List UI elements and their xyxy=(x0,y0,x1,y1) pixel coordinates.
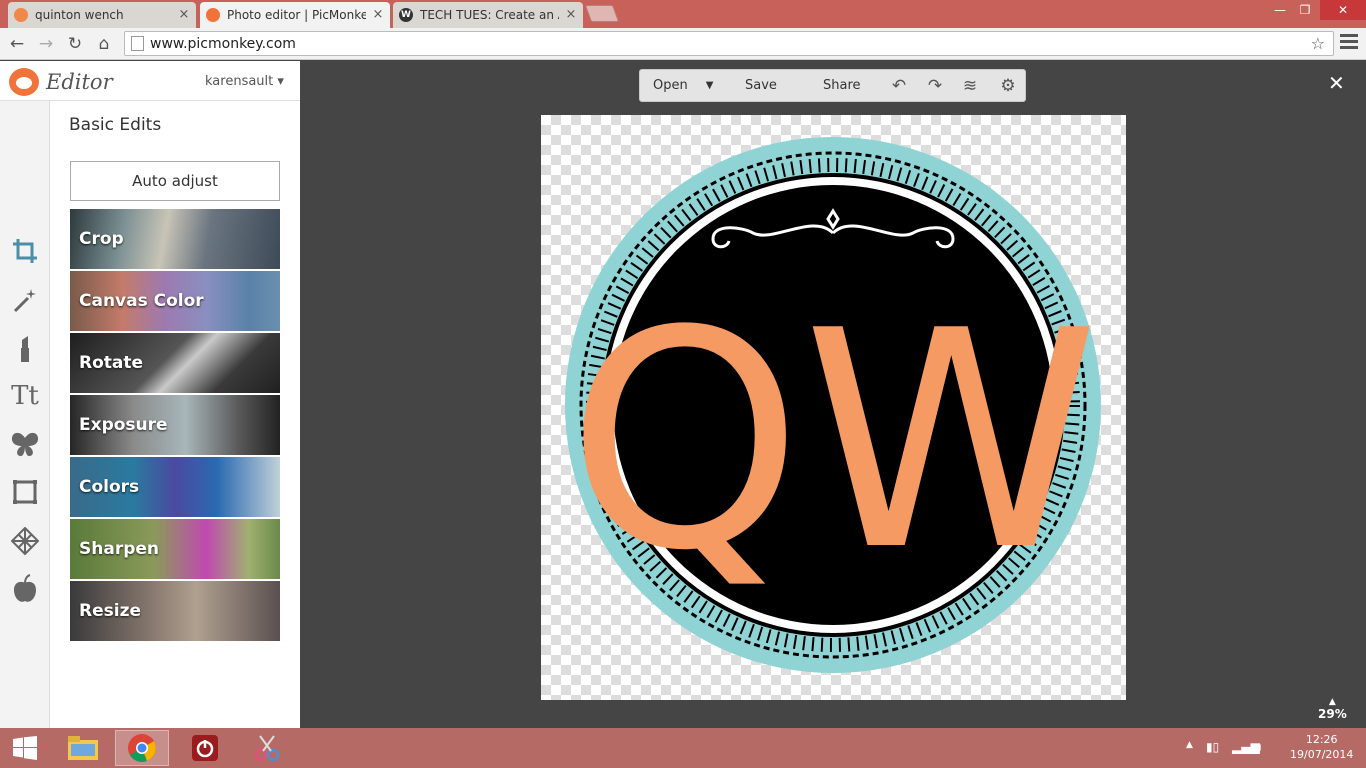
sharpen-tile[interactable]: Sharpen xyxy=(70,519,280,579)
url-text: www.picmonkey.com xyxy=(150,35,296,52)
volume-icon[interactable]: 🔈︎ xyxy=(1257,740,1264,755)
time: 12:26 xyxy=(1305,733,1338,746)
restore-icon[interactable]: ❐ xyxy=(1292,0,1318,20)
save-button[interactable]: Save xyxy=(745,70,777,101)
open-button[interactable]: Open ▼ xyxy=(653,70,713,101)
chevron-down-icon: ▾ xyxy=(277,74,284,89)
tile-label: Colors xyxy=(79,477,140,497)
chrome-menu-icon[interactable] xyxy=(1340,34,1358,49)
screen: quinton wench × Photo editor | PicMonkey… xyxy=(0,0,1366,768)
text-icon[interactable]: Tt xyxy=(9,380,41,412)
back-icon[interactable]: ← xyxy=(6,33,28,55)
share-button[interactable]: Share xyxy=(823,70,861,101)
bookmark-star-icon[interactable]: ☆ xyxy=(1311,34,1325,53)
settings-gear-icon[interactable]: ⚙ xyxy=(996,70,1020,101)
editor-header: Editor karensault ▾ xyxy=(0,61,300,101)
canvas-workarea: Open ▼ Save Share ↶ ↷ ≋ ⚙ ✕ QW ▲ 29% xyxy=(300,61,1366,728)
lipstick-icon[interactable] xyxy=(9,333,41,365)
rotate-tile[interactable]: Rotate xyxy=(70,333,280,393)
canvas-toolbar: Open ▼ Save Share ↶ ↷ ≋ ⚙ xyxy=(639,69,1026,102)
zoom-level[interactable]: ▲ 29% xyxy=(1318,697,1347,721)
chrome-taskbar-icon[interactable] xyxy=(115,730,169,766)
picmonkey-logo-icon xyxy=(9,68,39,96)
minimize-icon[interactable]: — xyxy=(1268,0,1292,20)
user-menu[interactable]: karensault ▾ xyxy=(205,74,284,89)
editor-title: Editor xyxy=(46,70,113,94)
redo-icon[interactable]: ↷ xyxy=(923,70,947,101)
site-favicon-icon xyxy=(14,8,28,22)
auto-adjust-button[interactable]: Auto adjust xyxy=(70,161,280,201)
tab-close-icon[interactable]: × xyxy=(178,8,190,21)
window-close-icon[interactable]: ✕ xyxy=(1320,0,1366,20)
exposure-tile[interactable]: Exposure xyxy=(70,395,280,455)
tile-label: Canvas Color xyxy=(79,291,204,311)
crop-icon[interactable] xyxy=(9,235,41,267)
browser-titlebar: quinton wench × Photo editor | PicMonkey… xyxy=(0,0,1366,28)
magic-wand-icon[interactable] xyxy=(9,284,41,316)
clock[interactable]: 12:26 19/07/2014 xyxy=(1290,732,1353,762)
snipping-tool-icon[interactable] xyxy=(240,730,294,766)
home-icon[interactable]: ⌂ xyxy=(93,33,115,55)
page-icon xyxy=(131,36,144,51)
tile-label: Exposure xyxy=(79,415,168,435)
open-label: Open xyxy=(653,78,688,93)
power-icon[interactable]: ▮▯ xyxy=(1206,740,1219,754)
editor-panel: Editor karensault ▾ Tt Basic Edits Auto … xyxy=(0,61,300,728)
frame-icon[interactable] xyxy=(9,476,41,508)
address-bar[interactable]: www.picmonkey.com ☆ xyxy=(124,31,1334,56)
tile-label: Resize xyxy=(79,601,141,621)
monogram-badge: QW xyxy=(565,137,1101,673)
tab-label: quinton wench xyxy=(35,8,124,22)
colors-tile[interactable]: Colors xyxy=(70,457,280,517)
monogram-text: QW xyxy=(567,267,1100,616)
zoom-value: 29% xyxy=(1318,707,1347,721)
wordpress-favicon-icon: W xyxy=(399,8,413,22)
layers-icon[interactable]: ≋ xyxy=(958,70,982,101)
tray-expand-icon[interactable]: ▲ xyxy=(1186,740,1193,750)
browser-toolbar: ← → ↻ ⌂ www.picmonkey.com ☆ xyxy=(0,28,1366,60)
windows-taskbar: ▲ ▮▯ ▂▄▆ 🔈︎ 12:26 19/07/2014 xyxy=(0,728,1366,768)
dropdown-arrow-icon: ▼ xyxy=(705,80,714,91)
undo-icon[interactable]: ↶ xyxy=(887,70,911,101)
zoom-up-icon: ▲ xyxy=(1328,697,1336,707)
tile-label: Sharpen xyxy=(79,539,160,559)
tile-label: Crop xyxy=(79,229,124,249)
close-editor-icon[interactable]: ✕ xyxy=(1328,71,1345,95)
network-icon[interactable]: ▂▄▆ xyxy=(1232,740,1260,754)
tab-quinton-wench[interactable]: quinton wench × xyxy=(8,2,196,28)
tab-label: TECH TUES: Create an App xyxy=(420,8,559,22)
tab-picmonkey[interactable]: Photo editor | PicMonkey: × xyxy=(200,2,390,28)
tab-close-icon[interactable]: × xyxy=(565,8,577,21)
shutdown-app-icon[interactable] xyxy=(178,730,232,766)
picmonkey-favicon-icon xyxy=(206,8,220,22)
image-canvas[interactable]: QW xyxy=(541,115,1126,700)
butterfly-icon[interactable] xyxy=(9,428,41,460)
windows-start-icon[interactable] xyxy=(0,730,50,766)
tile-label: Rotate xyxy=(79,353,144,373)
forward-icon[interactable]: → xyxy=(35,33,57,55)
tab-close-icon[interactable]: × xyxy=(372,8,384,21)
panel-title: Basic Edits xyxy=(69,115,162,135)
tool-icon-bar: Tt xyxy=(0,101,50,728)
apple-icon[interactable] xyxy=(9,573,41,605)
file-explorer-icon[interactable] xyxy=(56,730,110,766)
username: karensault xyxy=(205,74,274,89)
canvas-color-tile[interactable]: Canvas Color xyxy=(70,271,280,331)
texture-icon[interactable] xyxy=(9,525,41,557)
tab-tech-tues[interactable]: W TECH TUES: Create an App × xyxy=(393,2,583,28)
new-tab-button[interactable] xyxy=(584,5,620,22)
tab-label: Photo editor | PicMonkey: xyxy=(227,8,366,22)
resize-tile[interactable]: Resize xyxy=(70,581,280,641)
crop-tile[interactable]: Crop xyxy=(70,209,280,269)
date: 19/07/2014 xyxy=(1290,748,1354,761)
reload-icon[interactable]: ↻ xyxy=(64,33,86,55)
